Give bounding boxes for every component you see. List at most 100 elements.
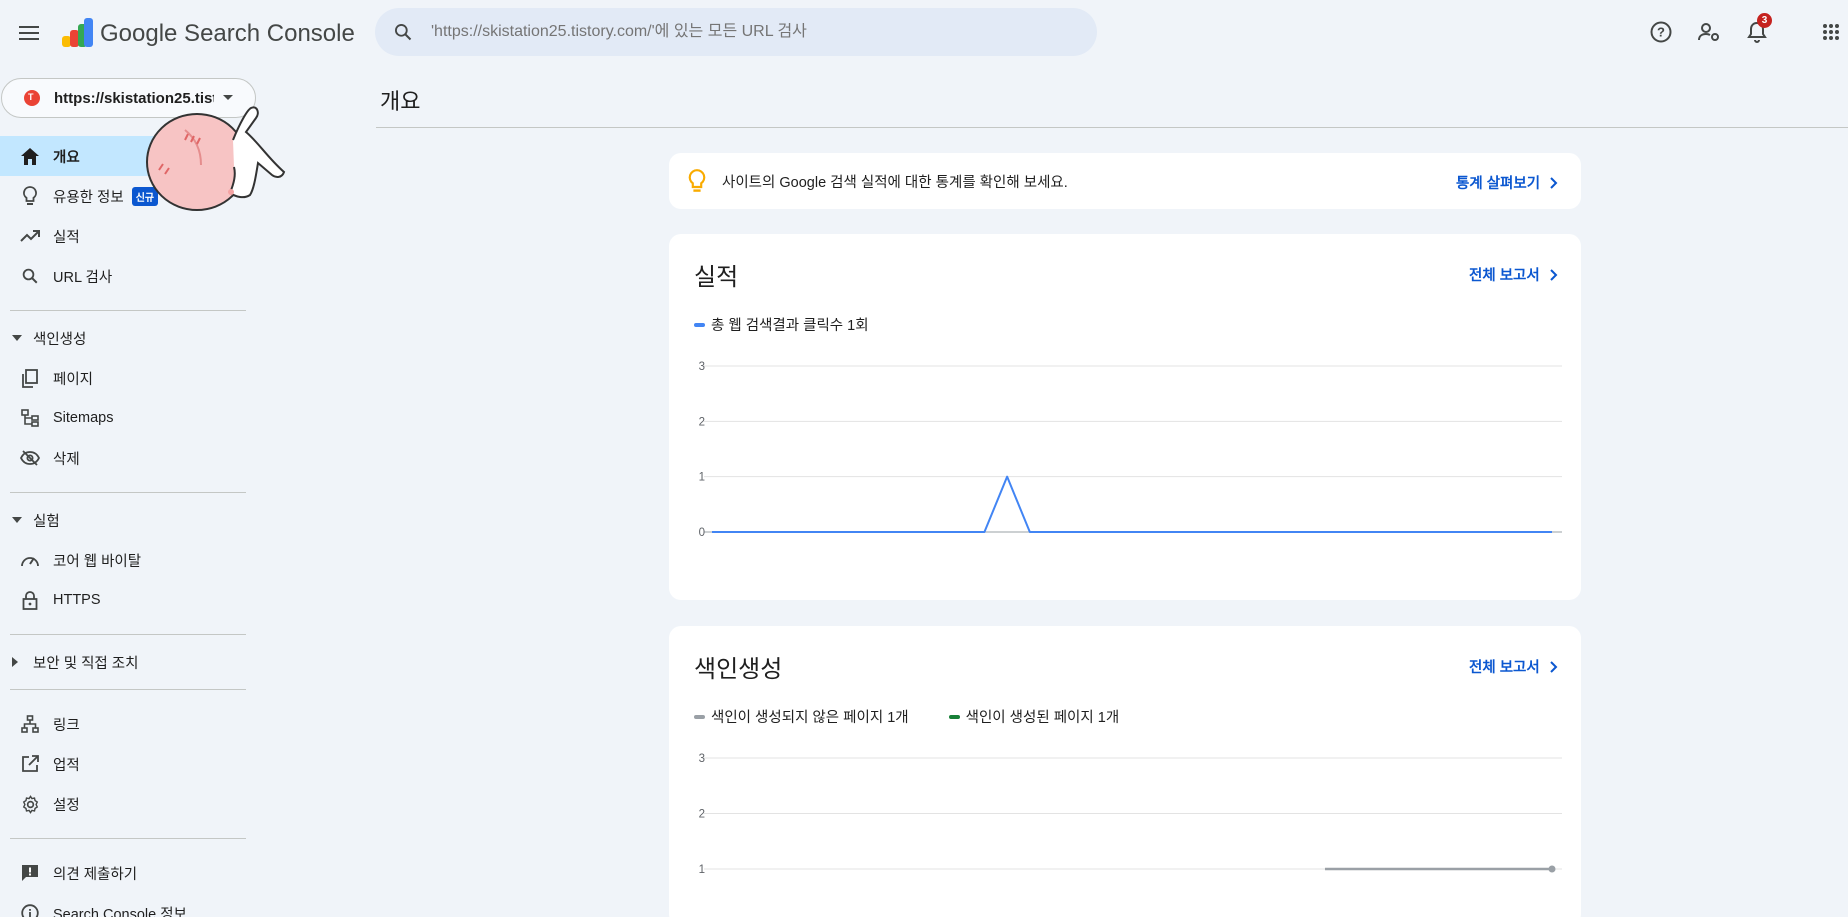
sidebar-item-insights[interactable]: 유용한 정보 신규 (0, 176, 256, 216)
caret-right-icon (12, 657, 24, 667)
sidebar-item-label: 유용한 정보 (53, 189, 124, 206)
sidebar-item-https[interactable]: HTTPS (0, 580, 256, 620)
sidebar-item-label: HTTPS (53, 592, 101, 608)
sidebar-item-url-inspection[interactable]: URL 검사 (0, 256, 256, 296)
dropdown-arrow-icon (222, 89, 234, 107)
app-title: Google Search Console (100, 20, 355, 47)
card-title: 색인생성 (694, 656, 783, 683)
y-tick-label: 1 (699, 472, 705, 484)
sidebar-item-links[interactable]: 링크 (0, 704, 256, 744)
sidebar-item-overview[interactable]: 개요 (0, 136, 256, 176)
section-experience[interactable]: 실험 (0, 507, 256, 533)
url-inspect-search[interactable] (375, 8, 1097, 56)
divider (10, 689, 246, 690)
chart-legend: 총 웹 검색결과 클릭수 1회 (694, 314, 909, 335)
explore-stats-link[interactable]: 통계 살펴보기 (1456, 172, 1558, 193)
svg-text:?: ? (1657, 25, 1665, 40)
property-label: https://skistation25.tist... (54, 89, 214, 107)
link-label: 전체 보고서 (1469, 268, 1540, 284)
full-report-link[interactable]: 전체 보고서 (1469, 656, 1558, 677)
lightbulb-icon (688, 169, 706, 193)
sidebar-item-removals[interactable]: 삭제 (0, 438, 256, 478)
legend-swatch (694, 714, 705, 719)
indexing-card: 색인생성 전체 보고서 색인이 생성되지 않은 페이지 1개 색인이 생성된 페… (669, 626, 1581, 917)
links-tree-icon (20, 714, 40, 734)
legend-item-not-indexed[interactable]: 색인이 생성되지 않은 페이지 1개 (694, 706, 909, 727)
sidebar-item-label: 실적 (53, 229, 80, 246)
property-selector[interactable]: https://skistation25.tist... (1, 78, 256, 118)
legend-label: 총 웹 검색결과 클릭수 1회 (711, 318, 869, 334)
divider (10, 634, 246, 635)
help-icon[interactable]: ? (1645, 16, 1677, 48)
notifications-icon[interactable]: 3 (1741, 13, 1773, 48)
lock-icon (20, 590, 40, 610)
section-label: 실험 (33, 513, 60, 530)
legend-swatch (948, 714, 960, 719)
sidebar-item-pages[interactable]: 페이지 (0, 358, 256, 398)
info-icon (20, 903, 40, 917)
sidebar-item-about[interactable]: Search Console 정보 (0, 893, 256, 917)
y-tick-label: 3 (699, 361, 705, 373)
tip-text: 사이트의 Google 검색 실적에 대한 통계를 확인해 보세요. (722, 174, 1068, 191)
pages-icon (20, 368, 40, 388)
chevron-right-icon (1550, 660, 1558, 673)
divider (10, 492, 246, 493)
y-tick-label: 0 (699, 527, 705, 536)
section-security[interactable]: 보안 및 직접 조치 (0, 649, 256, 675)
section-indexing[interactable]: 색인생성 (0, 325, 256, 351)
sidebar-item-label: 링크 (53, 717, 80, 734)
sidebar-item-label: URL 검사 (53, 269, 113, 286)
sidebar-nav: 개요 유용한 정보 신규 실적 URL 검사 색인생성 페이지 Sitemaps… (0, 136, 256, 917)
sidebar-item-label: 업적 (53, 757, 80, 774)
series-line-clicks (712, 475, 1552, 533)
apps-grid-icon[interactable] (1815, 16, 1847, 48)
gear-icon (20, 794, 40, 814)
feedback-icon (20, 863, 40, 883)
card-title: 실적 (694, 264, 739, 291)
legend-item-clicks[interactable]: 총 웹 검색결과 클릭수 1회 (694, 314, 869, 335)
trending-up-icon (20, 226, 40, 246)
sidebar-item-feedback[interactable]: 의견 제출하기 (0, 853, 256, 893)
caret-down-icon (12, 517, 24, 523)
menu-icon[interactable] (14, 18, 44, 48)
search-icon[interactable] (375, 22, 431, 42)
search-input[interactable] (431, 23, 1051, 41)
legend-item-indexed[interactable]: 색인이 생성된 페이지 1개 (948, 706, 1120, 727)
sidebar-item-label: 코어 웹 바이탈 (53, 553, 142, 570)
chart-legend: 색인이 생성되지 않은 페이지 1개 색인이 생성된 페이지 1개 (694, 706, 1159, 727)
open-external-icon (20, 754, 40, 774)
app-logo[interactable]: Google Search Console (60, 16, 355, 52)
legend-label: 색인이 생성되지 않은 페이지 1개 (711, 710, 909, 726)
legend-label: 색인이 생성된 페이지 1개 (965, 710, 1120, 726)
performance-card: 실적 전체 보고서 총 웹 검색결과 클릭수 1회 012325. 6. 17.… (669, 234, 1581, 600)
full-report-link[interactable]: 전체 보고서 (1469, 264, 1558, 285)
sidebar-item-settings[interactable]: 설정 (0, 784, 256, 824)
visibility-off-icon (20, 448, 40, 468)
sidebar-item-label: 개요 (53, 149, 80, 166)
y-tick-label: 2 (699, 809, 705, 821)
divider (10, 838, 246, 839)
sidebar-item-label: Sitemaps (53, 410, 114, 426)
new-badge: 신규 (131, 186, 159, 206)
sidebar-item-core-web-vitals[interactable]: 코어 웹 바이탈 (0, 540, 256, 580)
speed-gauge-icon (20, 550, 40, 570)
link-label: 통계 살펴보기 (1456, 176, 1541, 192)
sidebar-item-performance[interactable]: 실적 (0, 216, 256, 256)
chevron-right-icon (1550, 268, 1558, 281)
lightbulb-icon (20, 186, 40, 206)
chevron-right-icon (1550, 176, 1558, 189)
performance-line-chart: 012325. 6. 17.25. 6. 22.25. 6. 27.25. 7.… (699, 361, 1562, 536)
y-tick-label: 2 (699, 416, 705, 428)
site-favicon-icon (24, 90, 40, 106)
manage-users-icon[interactable] (1693, 16, 1725, 48)
sidebar-item-achievements[interactable]: 업적 (0, 744, 256, 784)
sidebar-item-label: 의견 제출하기 (53, 866, 138, 883)
y-tick-label: 1 (699, 864, 705, 876)
search-icon (20, 266, 40, 286)
sidebar-item-sitemaps[interactable]: Sitemaps (0, 398, 256, 438)
series-point-not-indexed (1548, 865, 1556, 873)
y-tick-label: 3 (699, 753, 705, 765)
sidebar-item-label: 설정 (53, 797, 80, 814)
search-console-logo-icon (62, 18, 93, 47)
sitemap-icon (20, 408, 40, 428)
